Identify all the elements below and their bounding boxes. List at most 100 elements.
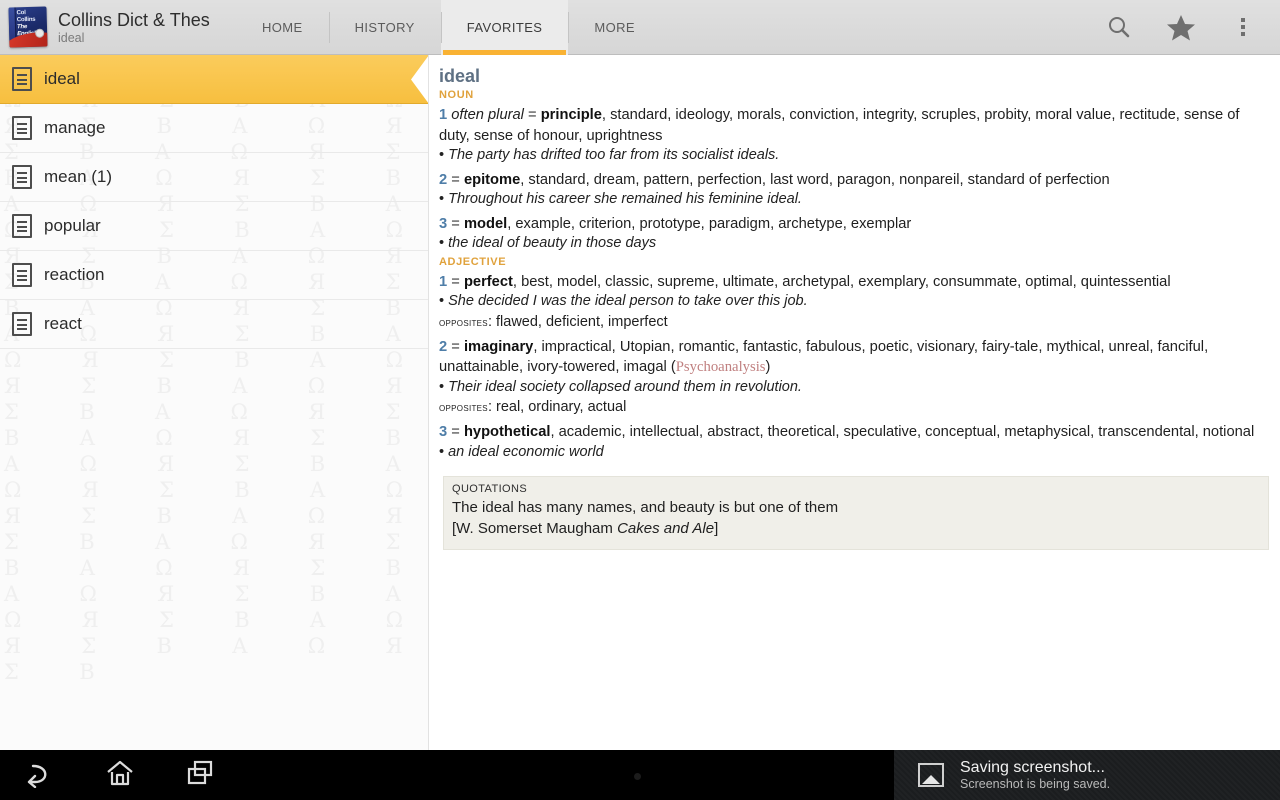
document-icon bbox=[12, 263, 32, 287]
list-item-manage[interactable]: manage bbox=[0, 104, 428, 153]
sense-synonyms: , impractical, Utopian, romantic, fantas… bbox=[439, 339, 1208, 376]
list-item-react[interactable]: react bbox=[0, 300, 428, 349]
tab-favorites[interactable]: FAVORITES bbox=[441, 0, 569, 55]
tab-more[interactable]: MORE bbox=[568, 0, 661, 55]
selected-pointer-notch bbox=[411, 55, 428, 104]
star-icon bbox=[1166, 13, 1196, 41]
opposites-adj-1: OPPOSITES: flawed, deficient, imperfect bbox=[439, 312, 1264, 333]
back-arrow-icon bbox=[23, 758, 57, 793]
search-icon bbox=[1106, 14, 1132, 40]
sense-synonyms-tail: ) bbox=[766, 359, 771, 375]
example-text: She decided I was the ideal person to ta… bbox=[448, 293, 808, 309]
document-icon bbox=[12, 165, 32, 189]
bullet-glyph: • bbox=[439, 147, 444, 163]
bullet-glyph: • bbox=[439, 444, 444, 460]
sense-noun-2: 2 = epitome, standard, dream, pattern, p… bbox=[439, 170, 1264, 191]
sense-equals: = bbox=[451, 216, 460, 232]
sense-number: 1 bbox=[439, 274, 447, 290]
document-icon bbox=[12, 67, 32, 91]
pos-label-noun: NOUN bbox=[439, 89, 1264, 101]
app-icon-wrap[interactable]: Col Collins The English Dictionary bbox=[0, 0, 56, 55]
sense-number: 2 bbox=[439, 339, 447, 355]
example-text: the ideal of beauty in those days bbox=[448, 235, 656, 251]
example-text: Their ideal society collapsed around the… bbox=[448, 379, 802, 395]
sense-grammar-label: often plural bbox=[451, 107, 524, 123]
example-text: Throughout his career she remained his f… bbox=[448, 191, 802, 207]
document-icon bbox=[12, 116, 32, 140]
image-icon bbox=[918, 763, 944, 787]
list-item-label: mean (1) bbox=[44, 167, 112, 187]
list-item-popular[interactable]: popular bbox=[0, 202, 428, 251]
sense-equals: = bbox=[451, 339, 460, 355]
sense-number: 1 bbox=[439, 107, 447, 123]
action-bar: Col Collins The English Dictionary Colli… bbox=[0, 0, 1280, 55]
screen-root: Col Collins The English Dictionary Colli… bbox=[0, 0, 1280, 800]
title-block: Collins Dict & Thes ideal bbox=[58, 10, 228, 45]
notification-title: Saving screenshot... bbox=[960, 758, 1110, 777]
opposites-text: real, ordinary, actual bbox=[496, 399, 626, 415]
overflow-menu-icon bbox=[1241, 18, 1245, 36]
list-item-label: react bbox=[44, 314, 82, 334]
sense-noun-1: 1 often plural = principle, standard, id… bbox=[439, 105, 1264, 146]
list-item-reaction[interactable]: reaction bbox=[0, 251, 428, 300]
example-text: an ideal economic world bbox=[448, 444, 604, 460]
app-icon-line1: Col Collins bbox=[17, 10, 46, 25]
app-title: Collins Dict & Thes bbox=[58, 10, 212, 30]
notification-subtitle: Screenshot is being saved. bbox=[960, 777, 1110, 792]
cross-reference-link[interactable]: Psychoanalysis bbox=[676, 359, 766, 375]
sense-head-synonym: perfect bbox=[464, 274, 513, 290]
sense-head-synonym: imaginary bbox=[464, 339, 533, 355]
example-noun-3: • the ideal of beauty in those days bbox=[439, 234, 1264, 254]
attribution-prefix: [W. Somerset Maugham bbox=[452, 520, 617, 537]
favorites-button[interactable] bbox=[1150, 0, 1212, 55]
bullet-glyph: • bbox=[439, 191, 444, 207]
attribution-suffix: ] bbox=[714, 520, 718, 537]
tab-home[interactable]: HOME bbox=[236, 0, 329, 55]
example-adj-2: • Their ideal society collapsed around t… bbox=[439, 378, 1264, 398]
navbar-status-dot bbox=[634, 773, 641, 780]
sense-number: 3 bbox=[439, 216, 447, 232]
tab-bar: HOME HISTORY FAVORITES MORE bbox=[236, 0, 661, 55]
bullet-glyph: • bbox=[439, 235, 444, 251]
sense-adj-1: 1 = perfect, best, model, classic, supre… bbox=[439, 272, 1264, 293]
sense-noun-3: 3 = model, example, criterion, prototype… bbox=[439, 214, 1264, 235]
opposites-colon: : bbox=[488, 314, 492, 330]
example-text: The party has drifted too far from its s… bbox=[448, 147, 779, 163]
collins-app-icon: Col Collins The English Dictionary bbox=[8, 7, 47, 48]
home-icon bbox=[104, 758, 136, 793]
sense-adj-3: 3 = hypothetical, academic, intellectual… bbox=[439, 422, 1264, 443]
sense-synonyms: , academic, intellectual, abstract, theo… bbox=[550, 424, 1254, 440]
quotations-label: QUOTATIONS bbox=[452, 483, 1258, 495]
bullet-glyph: • bbox=[439, 379, 444, 395]
nav-recents-button[interactable] bbox=[160, 750, 240, 800]
entry-headword: ideal bbox=[439, 65, 1264, 87]
nav-back-button[interactable] bbox=[0, 750, 80, 800]
pos-label-adjective: ADJECTIVE bbox=[439, 256, 1264, 268]
list-item-label: reaction bbox=[44, 265, 104, 285]
sense-equals: = bbox=[451, 172, 460, 188]
screenshot-notification[interactable]: Saving screenshot... Screenshot is being… bbox=[894, 750, 1280, 800]
overflow-menu-button[interactable] bbox=[1212, 0, 1274, 55]
list-item-label: popular bbox=[44, 216, 101, 236]
favorites-list: ideal manage mean (1) popular reaction bbox=[0, 55, 428, 349]
document-icon bbox=[12, 312, 32, 336]
sense-synonyms: , standard, dream, pattern, perfection, … bbox=[520, 172, 1109, 188]
entry-pane[interactable]: ideal NOUN 1 often plural = principle, s… bbox=[428, 55, 1280, 750]
quotations-box: QUOTATIONS The ideal has many names, and… bbox=[443, 476, 1269, 550]
opposites-label: OPPOSITES bbox=[439, 402, 488, 414]
system-navigation-bar: Saving screenshot... Screenshot is being… bbox=[0, 750, 1280, 800]
list-item-mean[interactable]: mean (1) bbox=[0, 153, 428, 202]
sense-number: 2 bbox=[439, 172, 447, 188]
tab-history[interactable]: HISTORY bbox=[329, 0, 441, 55]
quotation-line: The ideal has many names, and beauty is … bbox=[452, 497, 1258, 518]
list-item-ideal[interactable]: ideal bbox=[0, 55, 428, 104]
favorites-sidebar: A Ω Я Σ B A Ω Я Σ B A Ω Я Σ B A Ω Я Σ B … bbox=[0, 55, 428, 750]
sense-head-synonym: model bbox=[464, 216, 507, 232]
attribution-title: Cakes and Ale bbox=[617, 520, 714, 537]
example-adj-1: • She decided I was the ideal person to … bbox=[439, 292, 1264, 312]
sense-synonyms: , best, model, classic, supreme, ultimat… bbox=[513, 274, 1171, 290]
opposites-colon: : bbox=[488, 399, 492, 415]
nav-home-button[interactable] bbox=[80, 750, 160, 800]
search-button[interactable] bbox=[1088, 0, 1150, 55]
sense-head-synonym: hypothetical bbox=[464, 424, 551, 440]
